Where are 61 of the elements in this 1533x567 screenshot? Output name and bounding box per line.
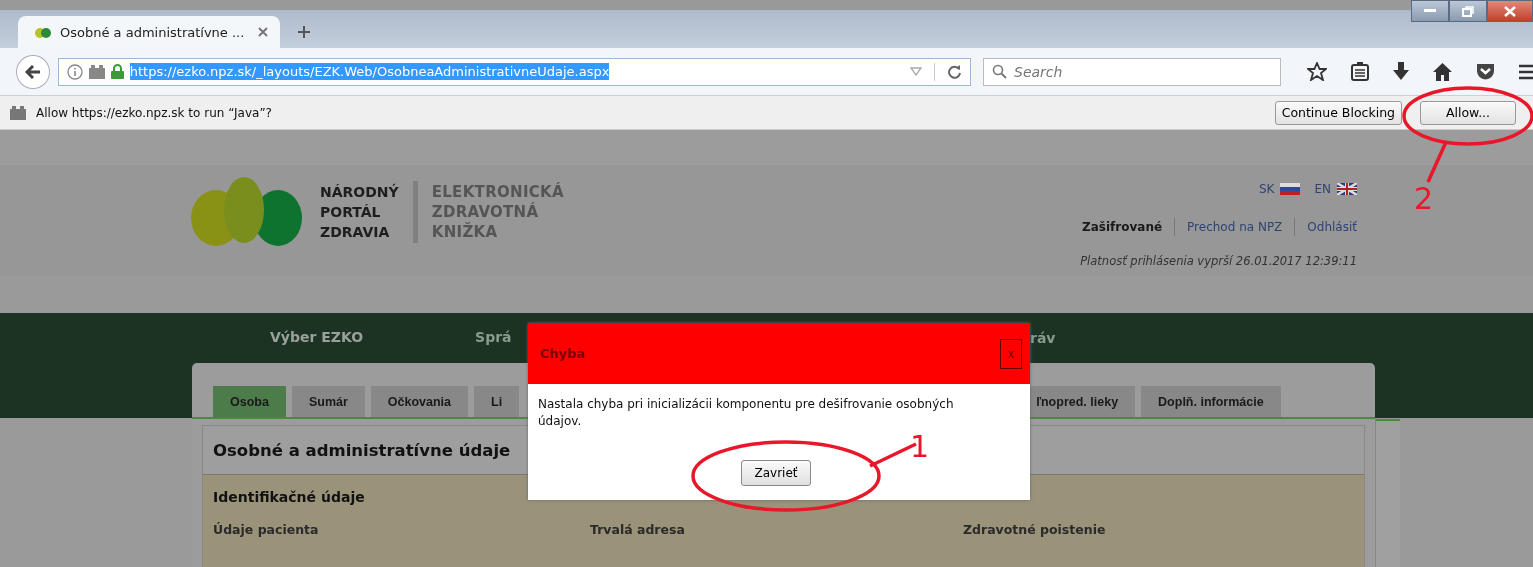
tab[interactable]: Li	[474, 386, 520, 417]
leaf-icon	[34, 25, 52, 39]
notification-button[interactable]: Allow...	[1420, 100, 1516, 125]
column-heading: Zdravotné poistenie	[963, 522, 1107, 537]
dialog-title: Chyba	[540, 346, 586, 361]
close-icon[interactable]	[258, 27, 268, 37]
language-link[interactable]: SK	[1258, 182, 1301, 196]
portal-name: NÁRODNÝ	[320, 182, 399, 202]
minimize-button[interactable]	[1411, 0, 1449, 22]
close-dialog-button[interactable]: Zavrieť	[741, 460, 811, 486]
close-button[interactable]: x	[1000, 338, 1022, 369]
annotation-number: 2	[1414, 184, 1434, 214]
flag-icon	[1280, 183, 1301, 195]
lock-icon	[110, 64, 124, 79]
tab[interactable]: Sumár	[291, 386, 365, 417]
portal-name: PORTÁL	[320, 203, 382, 222]
browser-tab[interactable]: Osobné a administratívne ...	[18, 16, 280, 48]
address-field[interactable]: https://ezko.npz.sk/_layouts/EZK.Web/OsobneaAdministrativneUdaje.aspx	[57, 57, 971, 86]
close-icon	[1504, 5, 1516, 17]
notification-button[interactable]: Continue Blocking	[1274, 100, 1402, 125]
plugin-icon[interactable]	[88, 64, 105, 79]
info-icon[interactable]	[66, 63, 83, 80]
notification-message: Allow https://ezko.npz.sk to run “Java”?	[36, 105, 272, 120]
nav-item[interactable]: Výber EZKO	[270, 328, 364, 345]
column-heading: Trvalá adresa	[590, 522, 686, 537]
reading-list-icon[interactable]	[1351, 62, 1369, 81]
session-expiry-note: Platnosť prihlásenia vyprší 26.01.2017 12:39:11	[1080, 254, 1357, 268]
annotation-number: 1	[910, 432, 930, 462]
section-heading: Identifikačné údaje	[213, 489, 365, 505]
new-tab-icon[interactable]	[298, 26, 310, 38]
app-name: KNIŽKA	[431, 222, 499, 242]
search-field[interactable]: Search	[983, 57, 1281, 86]
back-arrow-icon	[24, 64, 41, 79]
minimize-icon	[1424, 9, 1436, 13]
download-icon[interactable]	[1393, 62, 1409, 81]
menu-icon[interactable]	[1519, 63, 1533, 80]
home-icon[interactable]	[1433, 62, 1452, 81]
tab[interactable]: Doplň. informácie	[1141, 386, 1281, 417]
app-name: ELEKTRONICKÁ	[431, 182, 564, 202]
header-link[interactable]: Zašifrované	[1082, 220, 1163, 234]
tab[interactable]: Očkovania	[370, 386, 469, 417]
reload-icon[interactable]	[947, 64, 962, 79]
app-name: ZDRAVOTNÁ	[431, 202, 540, 222]
url-text: https://ezko.npz.sk/_layouts/EZK.Web/OsobneaAdministrativneUdaje.aspx	[129, 63, 610, 80]
star-icon[interactable]	[1307, 62, 1327, 81]
nav-item[interactable]: Sprá	[475, 328, 512, 345]
plugin-icon	[10, 105, 26, 120]
logo-icon	[190, 176, 302, 248]
close-button[interactable]	[1487, 0, 1533, 22]
restore-button[interactable]	[1449, 0, 1487, 22]
flag-icon	[1337, 183, 1357, 195]
header-link[interactable]: Odhlásiť	[1307, 220, 1357, 234]
header-link[interactable]: Prechod na NPZ	[1187, 220, 1283, 234]
restore-icon	[1462, 5, 1474, 17]
portal-name: ZDRAVIA	[320, 223, 391, 242]
column-heading: Údaje pacienta	[213, 522, 320, 537]
tab[interactable]: Osoba	[213, 386, 286, 417]
pocket-icon[interactable]	[1476, 63, 1495, 80]
back-button[interactable]	[16, 54, 50, 89]
nav-item[interactable]: ráv	[1030, 330, 1056, 346]
language-link[interactable]: EN	[1314, 182, 1357, 196]
